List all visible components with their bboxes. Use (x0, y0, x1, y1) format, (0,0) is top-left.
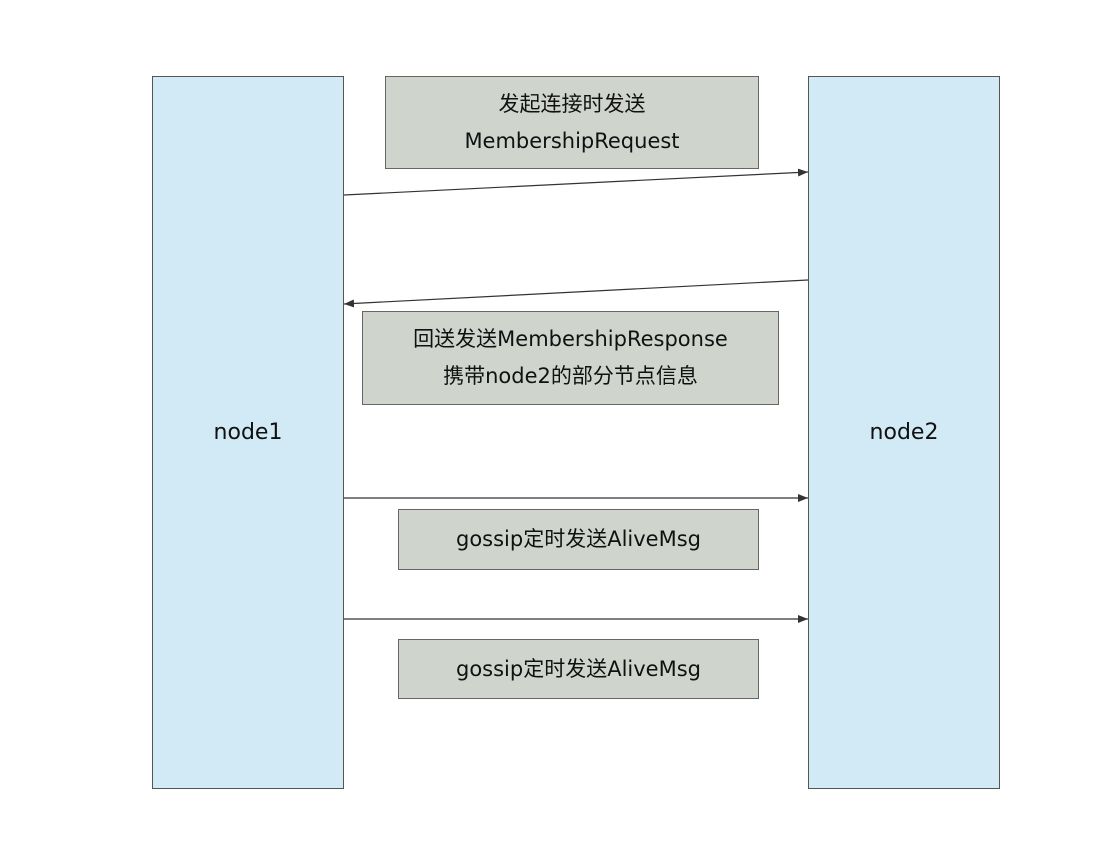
message-arrows (343, 168, 809, 623)
arrow-membership-request (343, 168, 809, 196)
arrow-membership-response (343, 279, 809, 308)
